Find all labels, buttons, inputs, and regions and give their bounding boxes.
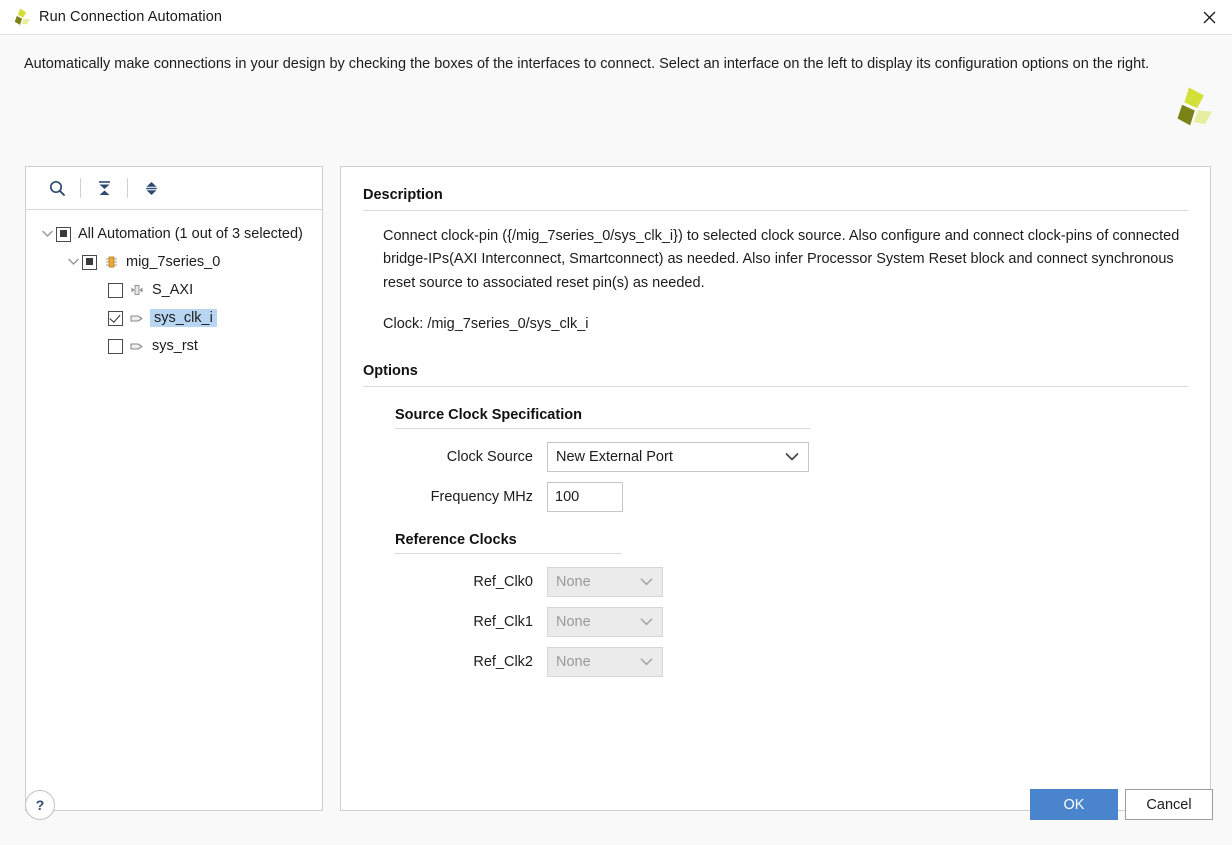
ref-clk-select: None	[547, 646, 663, 677]
toolbar-separator	[80, 178, 81, 198]
frequency-label: Frequency MHz	[430, 488, 533, 505]
vivado-logo-icon	[9, 7, 31, 27]
description-paragraph-1: Connect clock-pin ({/mig_7series_0/sys_c…	[383, 228, 1180, 291]
reference-clocks-block: Reference Clocks Ref_Clk0 None Ref_Clk1 Non…	[395, 532, 1188, 677]
clock-source-value: New External Port	[556, 448, 673, 465]
collapse-all-icon[interactable]	[87, 173, 121, 203]
window-title: Run Connection Automation	[39, 9, 223, 25]
tree-node-mig_7series_0[interactable]: mig_7series_0	[26, 248, 322, 276]
intro-text: Automatically make connections in your d…	[24, 56, 1150, 72]
chevron-down-icon	[785, 452, 799, 461]
ref-clk-select: None	[547, 566, 663, 597]
clock-source-row: Clock Source New External Port	[395, 441, 1188, 472]
tree-node-s_axi[interactable]: S_AXI	[26, 276, 322, 304]
frequency-row: Frequency MHz	[395, 481, 1188, 512]
automation-tree[interactable]: All Automation (1 out of 3 selected) mig_…	[26, 210, 322, 810]
description-heading: Description	[363, 187, 443, 203]
dialog-body: Automatically make connections in your d…	[0, 34, 1232, 845]
description-paragraph-2: Clock: /mig_7series_0/sys_clk_i	[383, 316, 589, 333]
expand-all-icon[interactable]	[134, 173, 168, 203]
tree-node-checkbox[interactable]	[56, 226, 71, 242]
ref-clk-value: None	[556, 613, 591, 630]
tree-node-label: sys_rst	[152, 338, 198, 354]
tree-node-label: mig_7series_0	[126, 254, 221, 270]
title-bar: Run Connection Automation	[0, 0, 1232, 34]
ref-clk-label: Ref_Clk2	[473, 653, 533, 670]
dialog-footer: ? OK Cancel	[0, 776, 1232, 845]
pin-icon	[128, 338, 146, 354]
ref-clk-select: None	[547, 606, 663, 637]
help-button[interactable]: ?	[25, 790, 55, 820]
frequency-input[interactable]	[547, 481, 623, 512]
description-rule	[363, 210, 1188, 211]
ref-clk-label: Ref_Clk0	[473, 573, 533, 590]
tree-toolbar	[26, 167, 322, 210]
main-panes: All Automation (1 out of 3 selected) mig_…	[25, 166, 1211, 811]
intro-band: Automatically make connections in your d…	[0, 35, 1232, 126]
options-rule	[363, 385, 1188, 387]
bus-interface-icon	[128, 282, 146, 298]
ref-clk-row: Ref_Clk2 None	[395, 646, 1188, 677]
options-section: Options Source Clock Specification Clock…	[363, 363, 1188, 677]
reference-clocks-rows: Ref_Clk0 None Ref_Clk1 None Ref_Clk2 None	[395, 566, 1188, 677]
automation-tree-pane: All Automation (1 out of 3 selected) mig_…	[25, 166, 323, 811]
chevron-down-icon	[640, 577, 653, 586]
ref-clk-row: Ref_Clk1 None	[395, 606, 1188, 637]
chevron-down-icon[interactable]	[64, 253, 82, 271]
search-icon[interactable]	[40, 173, 74, 203]
ip-block-icon	[102, 254, 120, 270]
tree-node-label: S_AXI	[152, 282, 194, 298]
ref-clk-row: Ref_Clk0 None	[395, 566, 1188, 597]
source-clock-block: Source Clock Specification Clock Source …	[395, 407, 1188, 512]
tree-node-checkbox[interactable]	[82, 254, 97, 270]
ok-button[interactable]: OK	[1030, 789, 1118, 820]
pin-icon	[128, 310, 146, 326]
reference-clocks-heading: Reference Clocks	[395, 531, 517, 548]
tree-node-checkbox[interactable]	[108, 310, 123, 326]
source-clock-heading: Source Clock Specification	[395, 406, 582, 423]
ref-clk-value: None	[556, 653, 591, 670]
tree-node-sys_clk_i[interactable]: sys_clk_i	[26, 304, 322, 332]
chevron-down-icon[interactable]	[38, 225, 56, 243]
tree-node-all[interactable]: All Automation (1 out of 3 selected)	[26, 220, 322, 248]
close-icon[interactable]	[1186, 0, 1232, 34]
source-clock-rule	[395, 427, 810, 429]
chevron-down-icon	[640, 617, 653, 626]
tree-node-checkbox[interactable]	[108, 338, 123, 354]
ref-clk-value: None	[556, 573, 591, 590]
options-heading: Options	[363, 362, 418, 379]
ref-clk-label: Ref_Clk1	[473, 613, 533, 630]
vivado-logo-icon	[1166, 85, 1212, 129]
clock-source-label: Clock Source	[446, 448, 533, 465]
description-body: Connect clock-pin ({/mig_7series_0/sys_c…	[383, 225, 1188, 337]
tree-node-label: sys_clk_i	[150, 309, 217, 327]
tree-node-checkbox[interactable]	[108, 282, 123, 298]
tree-node-sys_rst[interactable]: sys_rst	[26, 332, 322, 360]
toolbar-separator	[127, 178, 128, 198]
chevron-down-icon	[640, 657, 653, 666]
cancel-button[interactable]: Cancel	[1125, 789, 1213, 820]
tree-node-label: All Automation (1 out of 3 selected)	[78, 226, 303, 242]
reference-clocks-rule	[395, 552, 621, 554]
options-pane: Description Connect clock-pin ({/mig_7se…	[340, 166, 1211, 811]
clock-source-select[interactable]: New External Port	[547, 441, 809, 472]
